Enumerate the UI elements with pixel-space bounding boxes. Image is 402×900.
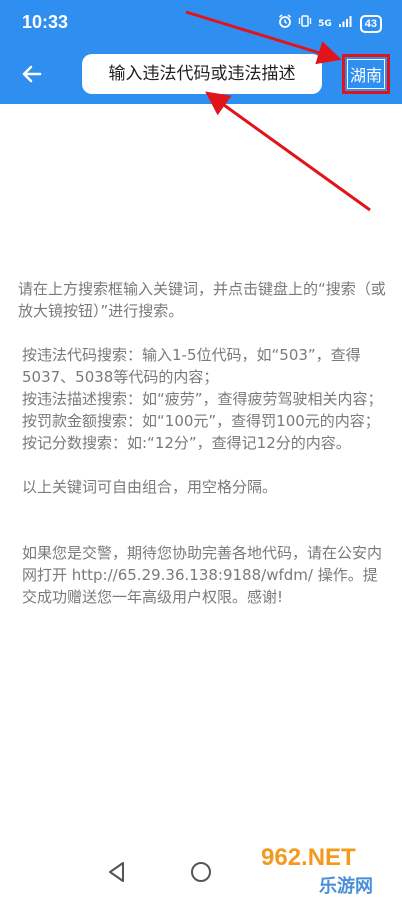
- nav-home-button[interactable]: [187, 858, 215, 886]
- app-header: 10:33 5G 43 湖南: [0, 0, 402, 104]
- status-time: 10:33: [22, 12, 69, 32]
- search-help-text: 请在上方搜索框输入关键词，并点击键盘上的“搜索（或放大镜按钮）”进行搜索。 按违…: [18, 278, 388, 608]
- triangle-back-icon: [109, 862, 124, 882]
- region-selector-button[interactable]: 湖南: [342, 54, 390, 94]
- help-by-desc: 按违法描述搜索：如“疲劳”，查得疲劳驾驶相关内容；: [22, 390, 383, 408]
- system-nav-bar: 962.NET 乐游网: [0, 844, 402, 900]
- signal-icon: [338, 14, 354, 34]
- battery-indicator: 43: [359, 15, 382, 33]
- help-by-code: 按违法代码搜索：输入1-5位代码，如“503”，查得5037、5038等代码的内…: [22, 346, 361, 386]
- network-type-label: 5G: [318, 19, 332, 29]
- watermark-logo: 962.NET 乐游网: [261, 844, 396, 897]
- status-icons: 5G 43: [278, 14, 382, 34]
- help-by-points: 按记分数搜索：如:“12分”，查得记12分的内容。: [22, 434, 351, 452]
- back-button[interactable]: [14, 56, 50, 92]
- search-toolbar: 湖南: [0, 46, 402, 104]
- help-police-note: 如果您是交警，期待您协助完善各地代码，请在公安内网打开 http://65.29…: [22, 544, 383, 606]
- help-by-fine: 按罚款金额搜索：如“100元”，查得罚100元的内容；: [22, 412, 380, 430]
- help-combine: 以上关键词可自由组合，用空格分隔。: [22, 478, 278, 496]
- search-box[interactable]: [82, 54, 322, 94]
- alarm-icon: [278, 14, 292, 34]
- status-bar: 10:33 5G 43: [0, 0, 402, 46]
- circle-home-icon: [191, 862, 211, 882]
- search-input[interactable]: [90, 63, 314, 85]
- annotation-arrow-to-search: [205, 91, 371, 212]
- region-label: 湖南: [346, 59, 386, 89]
- arrow-left-icon: [22, 65, 42, 83]
- nav-back-button[interactable]: [103, 858, 131, 886]
- help-intro: 请在上方搜索框输入关键词，并点击键盘上的“搜索（或放大镜按钮）”进行搜索。: [18, 280, 386, 320]
- watermark-site: 乐游网: [319, 876, 373, 897]
- vibrate-icon: [298, 14, 312, 34]
- watermark-brand: 962.NET: [261, 844, 356, 871]
